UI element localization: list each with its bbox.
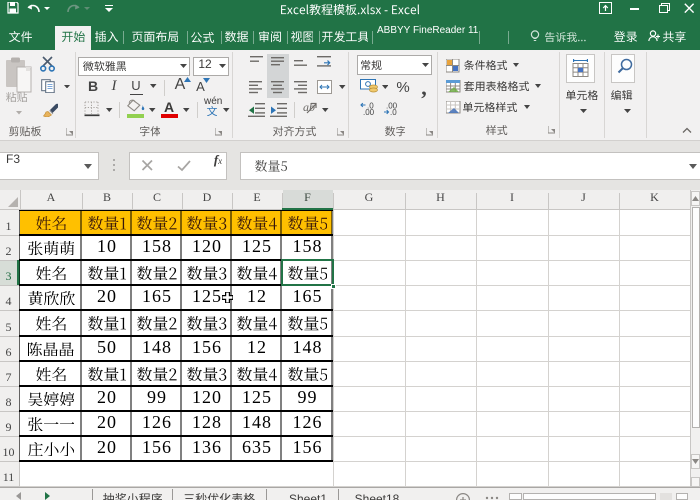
svg-text:.0: .0 [390, 108, 397, 115]
svg-text:.00: .00 [363, 108, 375, 115]
